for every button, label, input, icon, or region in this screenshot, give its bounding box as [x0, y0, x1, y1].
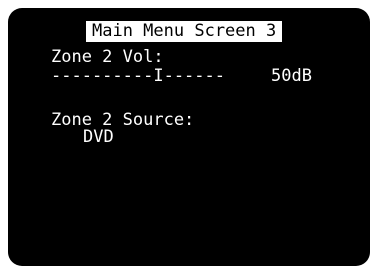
screen-title: Main Menu Screen 3: [86, 21, 283, 42]
zone2-volume-bar: ----------I------: [51, 66, 225, 86]
zone2-source-label: Zone 2 Source:: [51, 110, 195, 130]
display-screen: Main Menu Screen 3 Zone 2 Vol: ---------…: [8, 8, 370, 266]
zone2-volume-label: Zone 2 Vol:: [51, 47, 164, 67]
zone2-volume-value: 50dB: [271, 66, 312, 86]
zone2-source-value: DVD: [83, 127, 114, 147]
